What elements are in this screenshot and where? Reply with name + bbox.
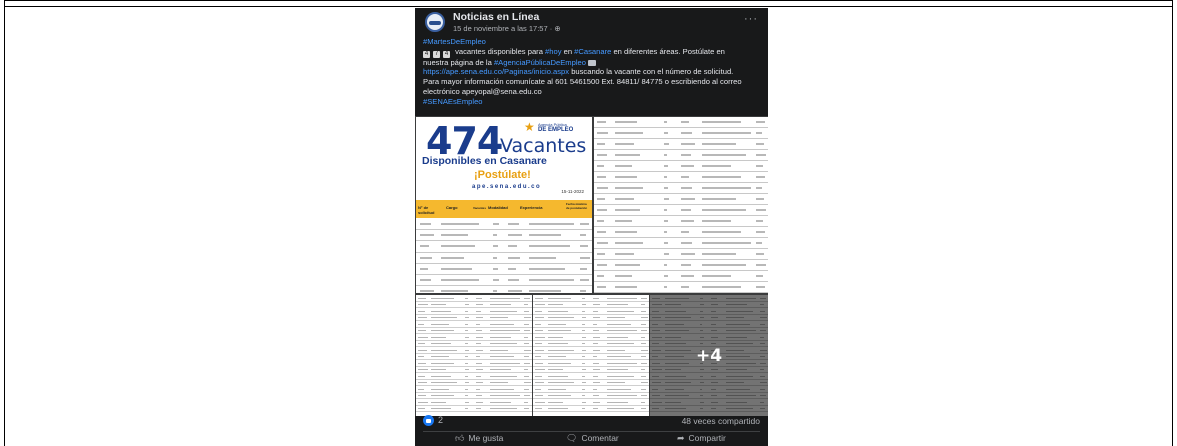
table-row: [594, 194, 768, 205]
table-row: [594, 183, 768, 194]
page-avatar[interactable]: [425, 12, 445, 32]
table-row: [594, 249, 768, 260]
table-row: [594, 216, 768, 227]
flyer-postulate: ¡Postúlate!: [474, 169, 531, 181]
share-icon: ➦: [677, 433, 685, 443]
keycap-digit-4b-icon: 4: [443, 50, 450, 58]
table-row: [594, 117, 768, 128]
table-row: [594, 260, 768, 271]
keycap-digit-4-icon: 4: [423, 50, 430, 58]
star-icon: ★: [524, 120, 535, 134]
comment-button[interactable]: 🗨︎ Comentar: [566, 433, 619, 446]
table-row: [533, 406, 649, 412]
keycap-digit-7-icon: 7: [433, 50, 440, 58]
hashtag-casanare[interactable]: #Casanare: [574, 47, 611, 56]
photo-grid: 474 Vacantes ★ Agencia Pública DE EMPLEO…: [415, 116, 768, 416]
post-text: #MartesDeEmpleo 474 vacantes disponibles…: [423, 37, 742, 106]
flyer-vacantes: Vacantes: [500, 135, 587, 157]
hashtag-senaesempleo[interactable]: #SENAEsEmpleo: [423, 97, 483, 106]
table-row: [416, 264, 592, 275]
flyer-date: 15-11-2022: [561, 189, 584, 194]
post-timestamp[interactable]: 15 de noviembre a las 17:57 · ⊕: [453, 24, 561, 33]
thumbs-up-icon: 👍︎: [455, 433, 465, 443]
ape-link[interactable]: https://ape.sena.edu.co/Paginas/inicio.a…: [423, 67, 569, 76]
table-2-rows: [594, 117, 768, 293]
more-options-icon[interactable]: ···: [744, 13, 758, 25]
flyer-table-header: N° de solicitud Cargo Vacantes Modalidad…: [416, 200, 592, 218]
table-row: [416, 241, 592, 253]
page-name[interactable]: Noticias en Línea: [453, 11, 539, 23]
shares-count[interactable]: 48 veces compartido: [682, 416, 760, 426]
table-row: [594, 238, 768, 249]
post-stats: 2 48 veces compartido: [423, 413, 760, 429]
table-row: [416, 286, 592, 293]
like-reaction-icon[interactable]: [423, 415, 434, 426]
flyer-subtitle: Disponibles en Casanare: [422, 155, 547, 167]
table-row: [416, 275, 592, 287]
table-row: [594, 139, 768, 150]
table-row: [594, 128, 768, 139]
like-button[interactable]: 👍︎ Me gusta: [455, 433, 503, 446]
share-button[interactable]: ➦ Compartir: [677, 433, 726, 446]
more-photos-overlay[interactable]: +4: [650, 295, 768, 416]
photo-table-3[interactable]: [416, 295, 532, 416]
globe-icon: ⊕: [554, 24, 561, 33]
photo-table-4[interactable]: [533, 295, 649, 416]
table-row: [594, 150, 768, 161]
photo-table-5[interactable]: +4: [650, 295, 768, 416]
hashtag-martes[interactable]: #MartesDeEmpleo: [423, 37, 486, 46]
table-row: [594, 161, 768, 172]
table-row: [416, 230, 592, 242]
flyer-site: ape.sena.edu.co: [472, 184, 542, 190]
flyer-table-rows: [416, 219, 592, 293]
table-row: [416, 406, 532, 412]
photo-flyer[interactable]: 474 Vacantes ★ Agencia Pública DE EMPLEO…: [416, 117, 592, 293]
table-row: [594, 227, 768, 238]
table-3-rows: [416, 295, 532, 412]
table-4-rows: [533, 295, 649, 412]
post-header: Noticias en Línea 15 de noviembre a las …: [423, 10, 760, 36]
comment-icon: 🗨︎: [566, 433, 578, 443]
reactions-count[interactable]: 2: [438, 415, 443, 425]
agency-logo: ★ Agencia Pública DE EMPLEO: [524, 120, 574, 134]
table-row: [594, 282, 768, 293]
table-row: [594, 205, 768, 216]
hashtag-agencia[interactable]: #AgenciaPúblicaDeEmpleo: [494, 58, 586, 67]
hashtag-hoy[interactable]: #hoy: [545, 47, 561, 56]
table-row: [416, 219, 592, 231]
facebook-post: Noticias en Línea 15 de noviembre a las …: [415, 8, 768, 446]
photo-table-2[interactable]: [594, 117, 768, 293]
more-photos-count: +4: [695, 345, 723, 366]
table-row: [594, 271, 768, 282]
table-row: [594, 172, 768, 183]
table-row: [416, 253, 592, 264]
computer-icon: [588, 59, 597, 66]
post-actions: 👍︎ Me gusta 🗨︎ Comentar ➦ Compartir: [415, 432, 768, 446]
